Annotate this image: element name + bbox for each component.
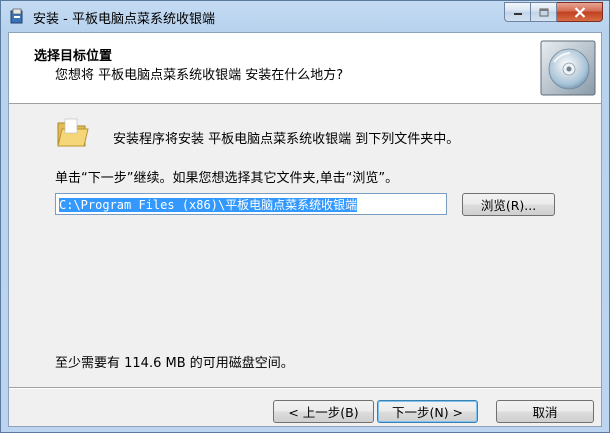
browse-button[interactable]: 浏览(R)...	[462, 193, 555, 216]
close-button[interactable]	[557, 2, 603, 22]
cancel-button[interactable]: 取消	[496, 400, 594, 423]
instruction-text: 单击“下一步”继续。如果您想选择其它文件夹,单击“浏览”。	[55, 171, 399, 186]
footer-divider	[9, 387, 601, 389]
page-subtitle: 您想将 平板电脑点菜系统收银端 安装在什么地方?	[55, 68, 344, 83]
close-icon	[574, 6, 585, 18]
back-button[interactable]: < 上一步(B)	[273, 400, 374, 423]
wizard-page: 选择目标位置 您想将 平板电脑点菜系统收银端 安装在什么地方? 安装程序将安装 …	[8, 32, 602, 427]
wizard-header: 选择目标位置 您想将 平板电脑点菜系统收银端 安装在什么地方?	[9, 33, 601, 104]
next-button[interactable]: 下一步(N) >	[377, 400, 478, 423]
install-to-text: 安装程序将安装 平板电脑点菜系统收银端 到下列文件夹中。	[113, 132, 460, 147]
maximize-icon	[538, 7, 549, 17]
folder-icon	[55, 115, 91, 151]
disk-space-text: 至少需要有 114.6 MB 的可用磁盘空间。	[55, 356, 294, 371]
caption-buttons	[504, 2, 603, 22]
install-path-value: C:\Program Files (x86)\平板电脑点菜系统收银端	[59, 198, 358, 212]
install-path-input[interactable]: C:\Program Files (x86)\平板电脑点菜系统收银端	[55, 193, 447, 215]
minimize-icon	[513, 13, 522, 15]
installer-icon	[8, 7, 26, 25]
title-bar[interactable]: 安装 - 平板电脑点菜系统收银端	[1, 1, 609, 32]
installer-window: 安装 - 平板电脑点菜系统收银端 选择目标位置 您想将 平板电脑点菜系统收银端 …	[0, 0, 610, 433]
maximize-button[interactable]	[531, 2, 557, 22]
page-title: 选择目标位置	[34, 49, 113, 64]
minimize-button[interactable]	[504, 2, 531, 22]
window-title: 安装 - 平板电脑点菜系统收银端	[33, 12, 215, 27]
cd-disc-icon	[540, 40, 596, 96]
